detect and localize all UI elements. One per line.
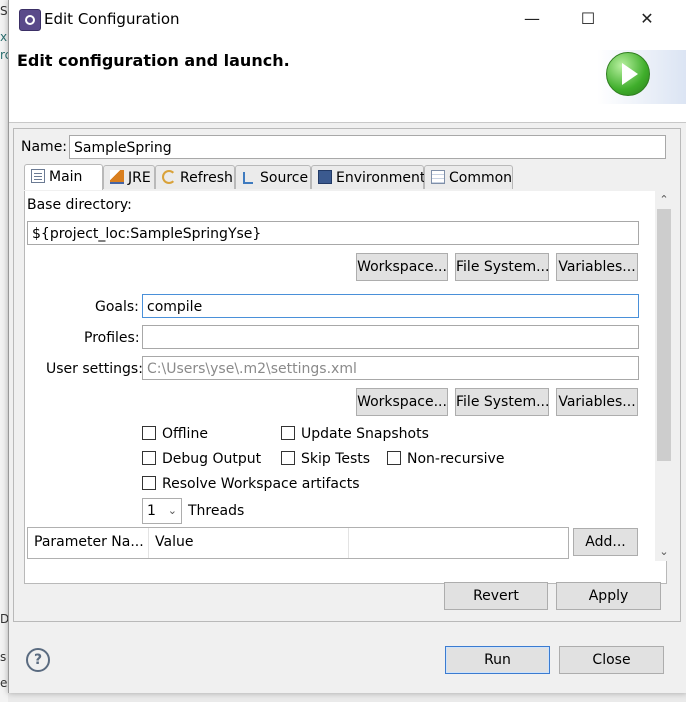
scrollbar-thumb[interactable]: [657, 209, 671, 461]
skip-tests-checkbox[interactable]: Skip Tests: [281, 450, 370, 468]
chevron-down-icon: ⌄: [167, 504, 177, 517]
configuration-content: Name: SampleSpring Main JRE Refresh Sour…: [13, 128, 681, 622]
revert-button[interactable]: Revert: [444, 582, 548, 610]
scroll-up-icon[interactable]: ⌃: [655, 191, 673, 209]
main-tab-icon: [31, 169, 45, 183]
tab-refresh[interactable]: Refresh: [155, 165, 235, 189]
run-button[interactable]: Run: [445, 646, 550, 674]
tab-environment[interactable]: Environment: [311, 165, 426, 189]
tab-label: JRE: [128, 170, 151, 186]
base-workspace-button[interactable]: Workspace...: [356, 253, 448, 281]
base-directory-label: Base directory:: [27, 197, 132, 213]
checkbox-label: Skip Tests: [301, 451, 371, 467]
user-settings-label: User settings:: [46, 361, 143, 377]
tab-common[interactable]: Common: [424, 165, 513, 189]
base-directory-field[interactable]: ${project_loc:SampleSpringYse}: [27, 221, 639, 245]
checkbox-label: Offline: [162, 426, 208, 442]
name-label: Name:: [21, 139, 68, 155]
main-tab-panel: Base directory: ${project_loc:SampleSpri…: [24, 191, 673, 584]
offline-checkbox[interactable]: Offline: [142, 425, 208, 443]
checkbox-label: Non-recursive: [407, 451, 505, 467]
table-header-parameter[interactable]: Parameter Na...: [28, 528, 149, 558]
background-ide-strip: [0, 0, 8, 702]
dialog-header: Edit configuration and launch.: [9, 38, 686, 123]
tab-main[interactable]: Main: [24, 164, 103, 190]
tab-label: Source: [260, 170, 309, 186]
maximize-button[interactable]: ☐: [565, 0, 611, 38]
eclipse-icon: [19, 9, 41, 31]
tab-label: Main: [49, 169, 83, 185]
tab-label: Environment: [336, 170, 426, 186]
refresh-icon: [162, 170, 176, 184]
checkbox-box[interactable]: [281, 451, 295, 465]
tab-label: Refresh: [180, 170, 233, 186]
non-recursive-checkbox[interactable]: Non-recursive: [387, 450, 504, 468]
base-filesystem-button[interactable]: File System...: [455, 253, 549, 281]
jre-icon: [110, 170, 124, 184]
settings-workspace-button[interactable]: Workspace...: [356, 388, 448, 416]
threads-select[interactable]: 1 ⌄: [142, 498, 182, 524]
close-button[interactable]: Close: [559, 646, 664, 674]
debug-output-checkbox[interactable]: Debug Output: [142, 450, 261, 468]
apply-button[interactable]: Apply: [556, 582, 661, 610]
checkbox-box[interactable]: [142, 451, 156, 465]
tab-source[interactable]: Source: [235, 165, 311, 189]
scroll-down-icon[interactable]: ⌄: [655, 543, 673, 561]
profiles-label: Profiles:: [84, 330, 140, 346]
checkbox-box[interactable]: [387, 451, 401, 465]
minimize-button[interactable]: —: [509, 0, 555, 38]
base-variables-button[interactable]: Variables...: [556, 253, 638, 281]
run-icon: [606, 52, 650, 96]
source-icon: [242, 170, 256, 184]
user-settings-field[interactable]: C:\Users\yse\.m2\settings.xml: [142, 356, 639, 380]
header-title: Edit configuration and launch.: [17, 51, 290, 70]
checkbox-box[interactable]: [142, 426, 156, 440]
goals-field[interactable]: compile: [142, 294, 639, 318]
resolve-workspace-checkbox[interactable]: Resolve Workspace artifacts: [142, 475, 359, 493]
close-window-button[interactable]: ✕: [624, 0, 670, 38]
common-icon: [431, 170, 445, 184]
help-icon[interactable]: ?: [26, 648, 50, 672]
profiles-field[interactable]: [142, 325, 639, 349]
parameters-table[interactable]: Parameter Na... Value: [27, 527, 569, 559]
environment-icon: [318, 170, 332, 184]
background-text: s: [0, 650, 7, 664]
title-bar: Edit Configuration — ☐ ✕: [9, 0, 686, 38]
update-snapshots-checkbox[interactable]: Update Snapshots: [281, 425, 429, 443]
checkbox-box[interactable]: [281, 426, 295, 440]
tab-jre[interactable]: JRE: [103, 165, 155, 189]
settings-filesystem-button[interactable]: File System...: [455, 388, 549, 416]
settings-variables-button[interactable]: Variables...: [556, 388, 638, 416]
threads-value: 1: [147, 503, 156, 519]
goals-label: Goals:: [95, 299, 139, 315]
background-text: S: [0, 4, 8, 18]
edit-configuration-dialog: Edit Configuration — ☐ ✕ Edit configurat…: [8, 0, 686, 693]
name-field[interactable]: SampleSpring: [69, 135, 666, 159]
checkbox-box[interactable]: [142, 476, 156, 490]
checkbox-label: Resolve Workspace artifacts: [162, 476, 360, 492]
checkbox-label: Update Snapshots: [301, 426, 429, 442]
table-header-value[interactable]: Value: [149, 528, 349, 558]
threads-label: Threads: [188, 503, 245, 519]
window-title: Edit Configuration: [44, 10, 180, 28]
add-parameter-button[interactable]: Add...: [573, 528, 638, 556]
tab-label: Common: [449, 170, 513, 186]
checkbox-label: Debug Output: [162, 451, 262, 467]
